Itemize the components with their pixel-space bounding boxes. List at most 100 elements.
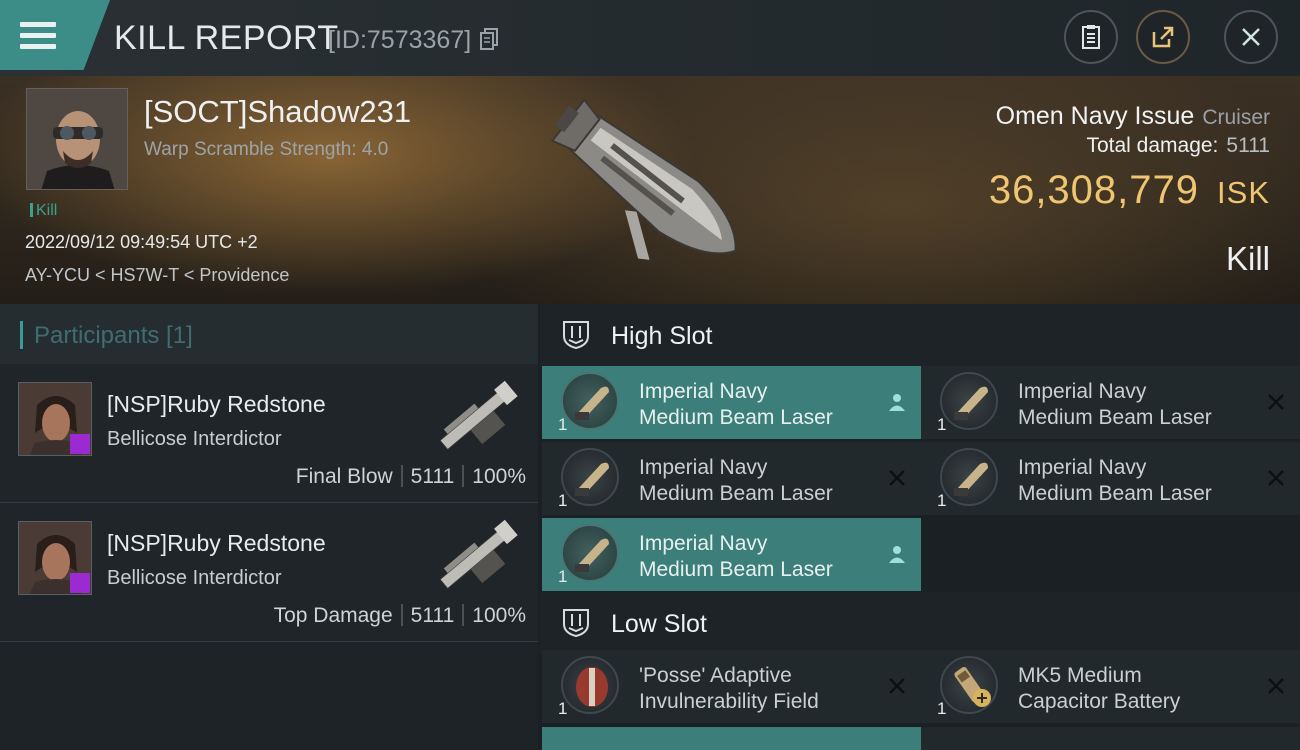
- ship-class: Cruiser: [1202, 106, 1270, 129]
- participant-name: [NSP]Ruby Redstone: [107, 391, 326, 417]
- module-item[interactable]: 1 MK5 Medium Capacitor Battery: [921, 650, 1300, 723]
- dropped-person-icon: [889, 546, 905, 563]
- laser-icon: [561, 372, 619, 430]
- capacitor-battery-icon: [940, 656, 998, 714]
- stats-divider: [400, 604, 403, 626]
- destroyed-x-icon: [1268, 394, 1284, 410]
- total-damage-value: 5111: [1226, 134, 1270, 157]
- module-item[interactable]: 1 Imperial Navy Medium Beam Laser: [542, 366, 921, 439]
- module-item-partial[interactable]: [921, 727, 1300, 750]
- participant-damage: 5111: [410, 465, 455, 488]
- copy-icon[interactable]: [480, 28, 498, 50]
- module-quantity: 1: [558, 567, 568, 586]
- destroyed-x-icon: [889, 470, 905, 486]
- isk-value: 36,308,779 ISK: [989, 168, 1270, 213]
- module-name: Imperial Navy Medium Beam Laser: [639, 456, 833, 505]
- module-item[interactable]: 1 Imperial Navy Medium Beam Laser: [921, 366, 1300, 439]
- participant-ship-image: [439, 519, 518, 590]
- participant-stats: Top Damage 5111 100%: [274, 604, 526, 628]
- victim-ship[interactable]: Omen Navy Issue Cruiser: [996, 102, 1270, 131]
- destroyed-x-icon: [889, 678, 905, 694]
- participant-role: Top Damage: [273, 604, 393, 627]
- module-quantity: 1: [558, 491, 568, 510]
- alliance-badge: [70, 573, 90, 593]
- participants-accent-bar: [20, 321, 23, 349]
- participant-ship-image: [439, 380, 518, 451]
- low-slot-icon: [563, 609, 589, 638]
- module-item-partial[interactable]: [542, 727, 921, 750]
- dropped-person-icon: [889, 394, 905, 411]
- victim-banner: [SOCT]Shadow231 Warp Scramble Strength: …: [0, 76, 1300, 304]
- module-name: Imperial Navy Medium Beam Laser: [1018, 380, 1212, 429]
- participant-ship: Bellicose Interdictor: [107, 428, 282, 450]
- alliance-badge: [70, 434, 90, 454]
- stats-divider: [462, 604, 465, 626]
- module-quantity: 1: [937, 491, 947, 510]
- high-slot-header: High Slot: [540, 304, 1300, 366]
- module-name: Imperial Navy Medium Beam Laser: [1018, 456, 1212, 505]
- destroyed-x-icon: [1268, 470, 1284, 486]
- stats-divider: [400, 465, 403, 487]
- shield-field-icon: [561, 656, 619, 714]
- module-name: Imperial Navy Medium Beam Laser: [639, 532, 833, 581]
- participant-ship: Bellicose Interdictor: [107, 567, 282, 589]
- participant-percent: 100%: [472, 465, 526, 488]
- warp-scramble-strength: Warp Scramble Strength: 4.0: [144, 139, 389, 160]
- isk-amount: 36,308,779: [988, 168, 1200, 212]
- module-name: MK5 Medium Capacitor Battery: [1018, 664, 1181, 713]
- participant-role: Final Blow: [295, 465, 393, 488]
- participant-avatar: [18, 382, 92, 456]
- report-id: [ID:7573367]: [328, 26, 472, 54]
- laser-icon: [940, 448, 998, 506]
- module-quantity: 1: [937, 699, 947, 718]
- participant-row[interactable]: [NSP]Ruby Redstone Bellicose Interdictor…: [0, 503, 538, 642]
- module-quantity: 1: [937, 415, 947, 434]
- isk-unit: ISK: [1217, 175, 1270, 210]
- participant-percent: 100%: [472, 604, 526, 627]
- laser-icon: [561, 524, 619, 582]
- laser-icon: [561, 448, 619, 506]
- high-slot-label: High Slot: [611, 322, 713, 350]
- clipboard-icon: [1082, 25, 1100, 49]
- total-damage: Total damage: 5111: [1086, 134, 1270, 158]
- clipboard-button[interactable]: [1064, 10, 1118, 64]
- destroyed-x-icon: [1268, 678, 1284, 694]
- module-name: Imperial Navy Medium Beam Laser: [639, 380, 833, 429]
- module-item[interactable]: 1 Imperial Navy Medium Beam Laser: [921, 442, 1300, 515]
- avatar-icon: [27, 89, 127, 189]
- high-slot-icon: [563, 321, 589, 350]
- kill-result: Kill: [1225, 240, 1270, 277]
- low-slot-header: Low Slot: [540, 592, 1300, 654]
- module-item[interactable]: 1 Imperial Navy Medium Beam Laser: [542, 442, 921, 515]
- kill-datetime: 2022/09/12 09:49:54 UTC +2: [25, 232, 258, 252]
- victim-name[interactable]: [SOCT]Shadow231: [144, 94, 411, 130]
- close-button[interactable]: [1224, 10, 1278, 64]
- ship-name: Omen Navy Issue: [995, 102, 1195, 130]
- total-damage-label: Total damage:: [1086, 134, 1219, 157]
- header-bar: KILL REPORT [ID:7573367]: [0, 0, 1300, 76]
- page-title: KILL REPORT: [114, 19, 339, 57]
- kill-tag: Kill: [30, 202, 57, 220]
- module-item[interactable]: 1 'Posse' Adaptive Invulnerability Field: [542, 650, 921, 723]
- participants-label: Participants [1]: [34, 322, 193, 349]
- kill-location: AY-YCU < HS7W-T < Providence: [25, 265, 290, 285]
- participants-panel: Participants [1] [NSP]Ruby Redstone Bell…: [0, 304, 538, 750]
- participant-stats: Final Blow 5111 100%: [296, 465, 526, 489]
- fitting-panel: High Slot 1 Imperial Navy Medium Beam Las…: [540, 304, 1300, 750]
- participant-damage: 5111: [410, 604, 455, 627]
- participant-row[interactable]: [NSP]Ruby Redstone Bellicose Interdictor…: [0, 364, 538, 503]
- stats-divider: [462, 465, 465, 487]
- participant-avatar: [18, 521, 92, 595]
- participant-name: [NSP]Ruby Redstone: [107, 530, 326, 556]
- hamburger-icon: [20, 22, 56, 55]
- share-icon: [1152, 26, 1174, 48]
- close-icon: [1242, 28, 1260, 46]
- module-item[interactable]: 1 Imperial Navy Medium Beam Laser: [542, 518, 921, 591]
- menu-button[interactable]: [0, 0, 110, 70]
- participants-header: Participants [1]: [0, 304, 538, 364]
- module-quantity: 1: [558, 699, 568, 718]
- victim-ship-image: [550, 98, 737, 260]
- module-name: 'Posse' Adaptive Invulnerability Field: [639, 664, 819, 713]
- victim-portrait[interactable]: [26, 88, 128, 190]
- share-button[interactable]: [1136, 10, 1190, 64]
